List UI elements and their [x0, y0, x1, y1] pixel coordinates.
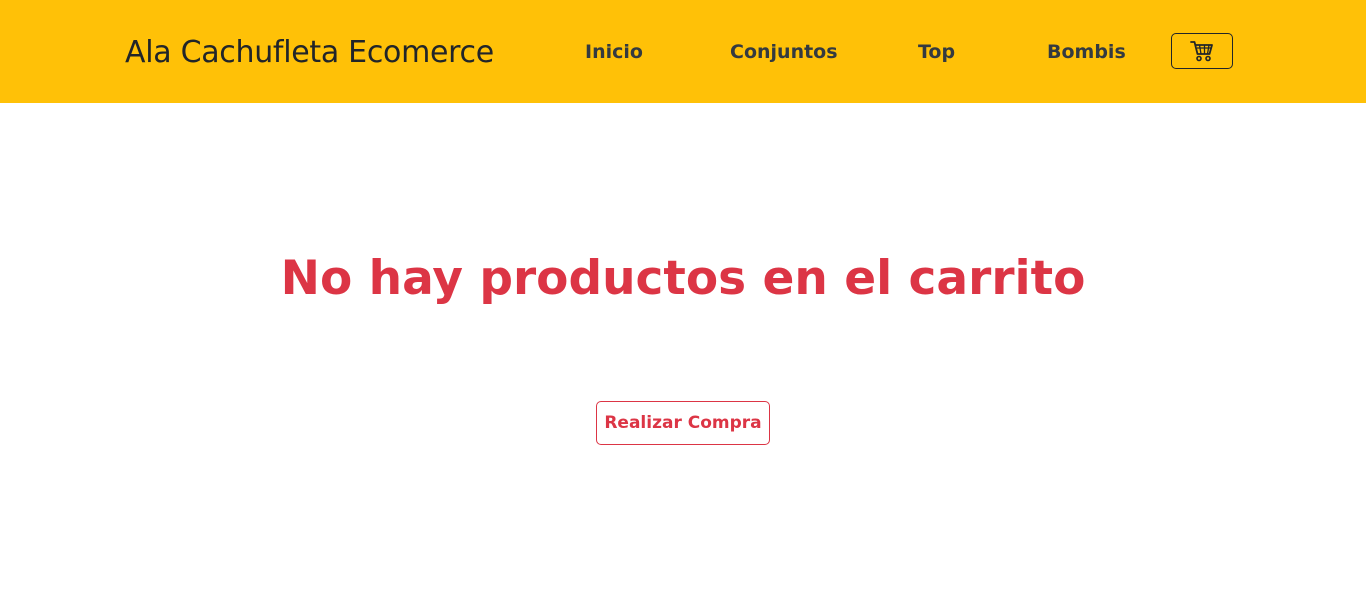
- nav-link-bombis[interactable]: Bombis: [1047, 39, 1126, 65]
- nav-link-conjuntos[interactable]: Conjuntos: [730, 39, 838, 65]
- nav-link-inicio[interactable]: Inicio: [585, 39, 643, 65]
- nav-link-top[interactable]: Top: [918, 39, 955, 65]
- navbar: Ala Cachufleta Ecomerce Inicio Conjuntos…: [0, 0, 1366, 103]
- shopping-cart-icon: [1190, 41, 1213, 62]
- brand-link[interactable]: Ala Cachufleta Ecomerce: [125, 33, 494, 73]
- checkout-button[interactable]: Realizar Compra: [596, 401, 770, 445]
- empty-cart-message: No hay productos en el carrito: [280, 251, 1086, 306]
- cart-button[interactable]: [1171, 33, 1233, 69]
